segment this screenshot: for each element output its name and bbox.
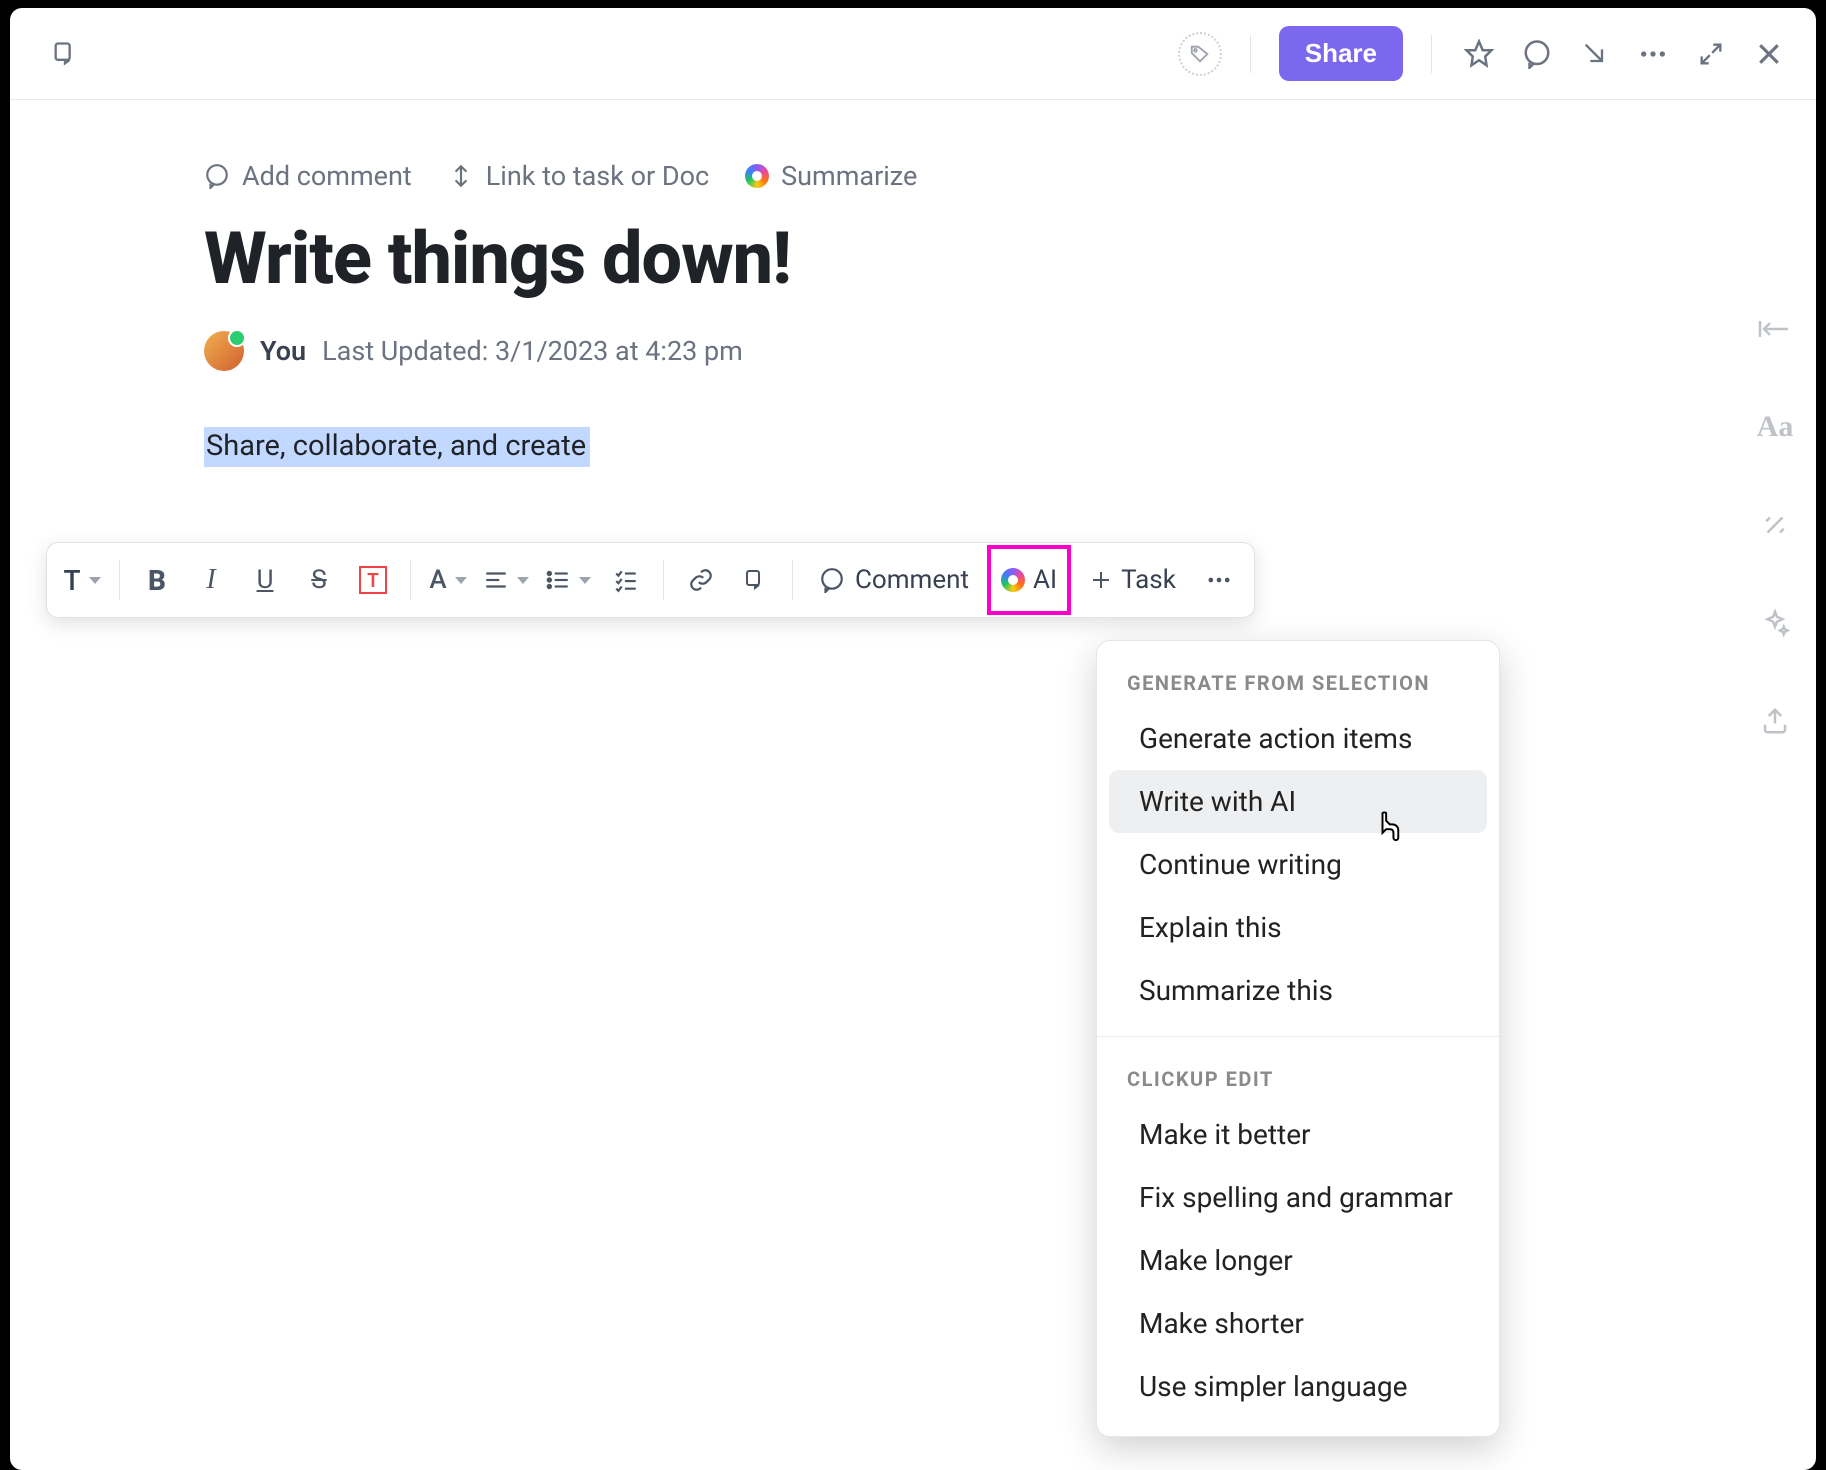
- link-button[interactable]: [676, 552, 726, 608]
- ai-menu-item[interactable]: Generate action items: [1109, 707, 1487, 770]
- separator: [792, 560, 793, 600]
- ai-icon: [1001, 568, 1025, 592]
- page-title[interactable]: Write things down!: [204, 216, 1616, 301]
- add-comment-action[interactable]: Add comment: [204, 160, 412, 192]
- summarize-action[interactable]: Summarize: [745, 160, 917, 192]
- author-you: You: [260, 335, 306, 367]
- underline-button[interactable]: U: [240, 552, 290, 608]
- sparkle-icon[interactable]: [1754, 602, 1796, 644]
- close-icon[interactable]: [1750, 35, 1788, 73]
- bullet-list-button[interactable]: [539, 552, 597, 608]
- quick-actions: Add comment Link to task or Doc Summariz…: [204, 160, 1616, 192]
- task-button[interactable]: Task: [1075, 552, 1190, 608]
- ai-button[interactable]: AI: [987, 545, 1071, 615]
- text-color-button[interactable]: A: [423, 552, 473, 608]
- content: Add comment Link to task or Doc Summariz…: [10, 100, 1816, 469]
- task-label: Task: [1121, 565, 1176, 595]
- chat-icon[interactable]: [1518, 35, 1556, 73]
- color-block-button[interactable]: T: [348, 552, 398, 608]
- strikethrough-button[interactable]: S: [294, 552, 344, 608]
- comment-label: Comment: [855, 565, 969, 595]
- comment-button[interactable]: Comment: [805, 552, 983, 608]
- more-icon[interactable]: [1634, 35, 1672, 73]
- export-icon[interactable]: [1754, 700, 1796, 742]
- separator: [410, 560, 411, 600]
- ai-label: AI: [1033, 565, 1057, 595]
- expand-icon[interactable]: [1692, 35, 1730, 73]
- checklist-button[interactable]: [601, 552, 651, 608]
- summarize-label: Summarize: [781, 160, 917, 192]
- ai-menu-item[interactable]: Make longer: [1109, 1229, 1487, 1292]
- separator: [1431, 35, 1432, 73]
- separator: [119, 560, 120, 600]
- ai-menu-section-header: GENERATE FROM SELECTION: [1097, 655, 1499, 707]
- add-comment-label: Add comment: [242, 160, 412, 192]
- subtask-button[interactable]: [730, 552, 780, 608]
- italic-button[interactable]: I: [186, 552, 236, 608]
- meta-row: You Last Updated: 3/1/2023 at 4:23 pm: [204, 331, 1616, 371]
- ai-menu-item[interactable]: Continue writing: [1109, 833, 1487, 896]
- top-bar: Share: [10, 8, 1816, 100]
- more-button[interactable]: [1194, 552, 1244, 608]
- link-task-action[interactable]: Link to task or Doc: [448, 160, 709, 192]
- share-button[interactable]: Share: [1279, 26, 1403, 81]
- subtask-icon[interactable]: [46, 35, 84, 73]
- ai-menu-divider: [1097, 1036, 1499, 1037]
- ai-menu-item[interactable]: Summarize this: [1109, 959, 1487, 1022]
- link-task-label: Link to task or Doc: [486, 160, 709, 192]
- text-style-button[interactable]: T: [57, 552, 107, 608]
- ai-menu-section-header: CLICKUP EDIT: [1097, 1051, 1499, 1103]
- ai-dropdown: GENERATE FROM SELECTIONGenerate action i…: [1096, 640, 1500, 1437]
- typography-icon[interactable]: Aa: [1754, 406, 1796, 448]
- selection-toolbar: T B I U S T A: [46, 542, 1255, 618]
- document-body[interactable]: Share, collaborate, and create: [204, 425, 1616, 469]
- separator: [663, 560, 664, 600]
- download-icon[interactable]: [1576, 35, 1614, 73]
- last-updated: Last Updated: 3/1/2023 at 4:23 pm: [322, 335, 743, 367]
- ai-menu-item[interactable]: Make shorter: [1109, 1292, 1487, 1355]
- align-button[interactable]: [477, 552, 535, 608]
- ai-icon: [745, 164, 769, 188]
- collapse-icon[interactable]: [1754, 308, 1796, 350]
- star-icon[interactable]: [1460, 35, 1498, 73]
- selected-text: Share, collaborate, and create: [204, 427, 590, 467]
- ai-menu-item[interactable]: Write with AI: [1109, 770, 1487, 833]
- bold-button[interactable]: B: [132, 552, 182, 608]
- tag-icon[interactable]: [1178, 32, 1222, 76]
- avatar[interactable]: [204, 331, 244, 371]
- ai-menu-item[interactable]: Make it better: [1109, 1103, 1487, 1166]
- separator: [1250, 35, 1251, 73]
- ai-menu-item[interactable]: Use simpler language: [1109, 1355, 1487, 1418]
- right-rail: Aa: [1754, 308, 1796, 742]
- ai-menu-item[interactable]: Explain this: [1109, 896, 1487, 959]
- relation-icon[interactable]: [1754, 504, 1796, 546]
- ai-menu-item[interactable]: Fix spelling and grammar: [1109, 1166, 1487, 1229]
